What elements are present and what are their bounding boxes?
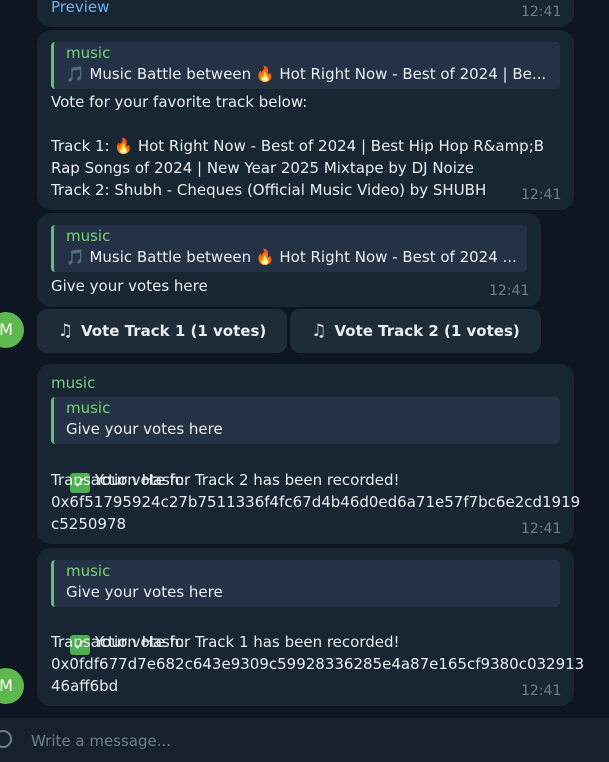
reply-quote[interactable]: music Give your votes here — [51, 560, 560, 607]
quote-sender: music — [66, 44, 111, 62]
message-time: 12:41 — [521, 187, 562, 203]
message-composer — [0, 718, 609, 762]
message-time: 12:41 — [521, 4, 562, 20]
reply-quote[interactable]: music Give your votes here — [51, 397, 560, 444]
transaction-hash: Transaction Hash: 0x6f51795924c27b751133… — [51, 471, 581, 533]
avatar[interactable]: M — [0, 312, 24, 348]
preview-link[interactable]: Preview — [51, 0, 109, 16]
quote-sender: music — [66, 562, 111, 580]
music-note-icon: ♫ — [57, 321, 73, 341]
transaction-hash: Transaction Hash: 0x0fdf677d7e682c643e93… — [51, 633, 585, 695]
quote-text: 🎵 Music Battle between 🔥 Hot Right Now -… — [66, 65, 547, 83]
message-time: 12:41 — [521, 521, 562, 537]
quote-sender: music — [66, 227, 111, 245]
quote-sender: music — [66, 399, 111, 417]
message-bubble-vote-recorded-1: music Give your votes here ✓ Your vote f… — [37, 548, 584, 706]
reply-quote[interactable]: music 🎵 Music Battle between 🔥 Hot Right… — [51, 42, 560, 89]
message-bubble-preview: Preview 12:41 — [37, 0, 574, 27]
message-sender[interactable]: music — [51, 374, 95, 392]
message-input[interactable] — [31, 728, 591, 754]
message-time: 12:41 — [521, 683, 562, 699]
message-text: Vote for your favorite track below: Trac… — [51, 93, 545, 199]
message-text: Give your votes here — [51, 277, 208, 295]
reply-quote[interactable]: music 🎵 Music Battle between 🔥 Hot Right… — [51, 225, 527, 272]
avatar[interactable]: M — [0, 668, 24, 704]
quote-text: Give your votes here — [66, 420, 223, 438]
vote-track-1-button[interactable]: ♫ Vote Track 1 (1 votes) — [37, 309, 287, 353]
message-bubble-votes: music 🎵 Music Battle between 🔥 Hot Right… — [37, 213, 541, 307]
message-bubble-battle: music 🎵 Music Battle between 🔥 Hot Right… — [37, 30, 574, 210]
vote-button-label: Vote Track 1 (1 votes) — [81, 322, 267, 340]
music-note-icon: ♫ — [311, 321, 327, 341]
quote-text: Give your votes here — [66, 583, 223, 601]
message-bubble-vote-recorded-2: music music Give your votes here ✓ Your … — [37, 364, 580, 544]
vote-track-2-button[interactable]: ♫ Vote Track 2 (1 votes) — [290, 309, 541, 353]
vote-button-label: Vote Track 2 (1 votes) — [334, 322, 520, 340]
quote-text: 🎵 Music Battle between 🔥 Hot Right Now -… — [66, 248, 517, 266]
attach-icon[interactable] — [0, 730, 12, 748]
message-time: 12:41 — [489, 283, 530, 299]
